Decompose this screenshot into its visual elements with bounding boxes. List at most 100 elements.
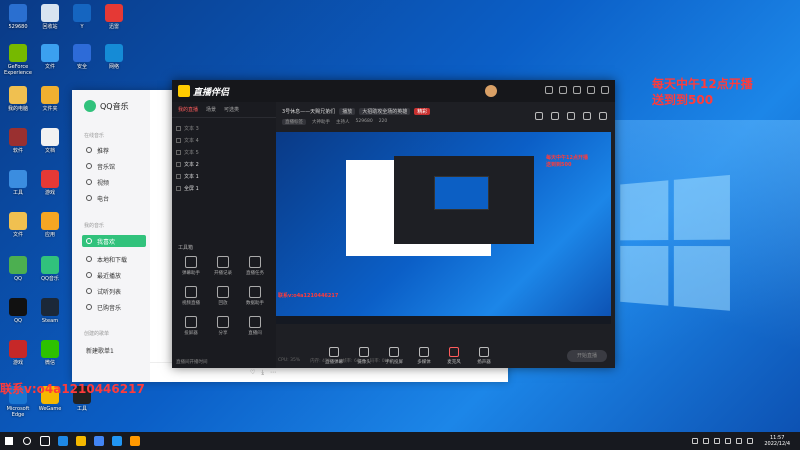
minimize-icon[interactable] [573,86,581,94]
browser-icon [94,436,104,446]
qq-item-radio[interactable]: 电台 [82,192,146,204]
tool-danmaku[interactable]: 弹幕助手 [176,256,206,276]
app-icon [73,44,91,62]
desktop-icon[interactable]: QQ音乐 [34,256,66,282]
tray-icon[interactable] [703,438,710,444]
start-button[interactable] [0,432,18,450]
scene-item[interactable]: 文本 4 [172,134,276,146]
volume-icon[interactable] [747,438,754,444]
tray-icon[interactable] [725,438,732,444]
tray-icon[interactable] [714,438,721,444]
desktop-icon-label: 软件 [12,148,23,154]
tab-optional[interactable]: 可选类 [224,106,239,113]
help-icon[interactable] [559,86,567,94]
desktop-icon[interactable]: 安全 [66,44,98,70]
taskbar-app-app[interactable] [108,432,126,450]
scene-item[interactable]: 文本 2 [172,158,276,170]
qq-item-local[interactable]: 本地和下载 [82,253,146,265]
section-mine: 我的音乐 [84,223,105,229]
desktop-icon[interactable]: 游戏 [34,170,66,196]
stream-title-row: 3号休息——天赐兄弟们 播放 大招助攻全场的英雄 精彩 [282,108,431,115]
desktop-icon[interactable]: 迅雷 [98,4,130,30]
desktop-icon-label: Microsoft Edge [6,406,30,418]
more-icon[interactable]: ⋯ [270,369,276,376]
tab-scenes[interactable]: 场景 [206,106,216,113]
desktop-icon[interactable]: 文档 [34,128,66,154]
network-icon[interactable] [736,438,743,444]
desktop-icon-label: 文件 [44,64,55,70]
desktop-icon[interactable]: 529680 [2,4,34,30]
desktop-icon[interactable]: QQ [2,298,34,324]
tab-my-live[interactable]: 我的直播 [178,106,198,113]
qq-item-recommend[interactable]: 推荐 [82,144,146,156]
heart-icon[interactable]: ♡ [250,369,255,376]
tool-video[interactable]: 视频直播 [176,286,206,306]
tool-record[interactable]: 开播记录 [208,256,238,276]
go-live-button[interactable]: 开始直播 [567,350,607,362]
desktop-icon[interactable]: 文件夹 [34,86,66,112]
qq-item-recent[interactable]: 最近播放 [82,269,146,281]
bell-icon[interactable] [583,112,591,120]
tool-data[interactable]: 数据助手 [240,286,270,306]
desktop-icon[interactable]: 我的电脑 [2,86,34,112]
desktop-icon[interactable]: Y [66,4,98,30]
tray-icon[interactable] [692,438,699,444]
desktop-icon[interactable]: 工具 [2,170,34,196]
qq-item-playlist[interactable]: 新建歌单1 [82,344,146,356]
stream-preview[interactable]: 每天中午12点开播 送到到500 联系v:o4a1210446217 [276,132,611,324]
share-icon[interactable] [599,112,607,120]
qq-item-video[interactable]: 视频 [82,176,146,188]
task-view-button[interactable] [36,432,54,450]
scene-item[interactable]: 文本 1 [172,170,276,182]
qq-item-purchased[interactable]: 已购音乐 [82,301,146,313]
app-icon [9,4,27,22]
app-icon [9,170,27,188]
desktop-icon[interactable]: 文件 [2,212,34,238]
gift-icon[interactable] [535,112,543,120]
qq-item-favorites[interactable]: 我喜欢 [82,235,146,247]
desktop-icon[interactable]: Steam [34,298,66,324]
desktop-icon-label: QQ音乐 [41,276,59,282]
desktop-icon-label: Steam [41,318,59,324]
tool-cast[interactable]: 投屏器 [176,316,206,336]
taskbar-app-browser[interactable] [90,432,108,450]
download-icon[interactable]: ⤓ [261,369,264,377]
app-icon [41,44,59,62]
ctrl-microphone[interactable]: 麦克风 [444,347,464,365]
qq-item-music-hall[interactable]: 音乐馆 [82,160,146,172]
clock[interactable]: 11:57 2022/12/4 [764,435,790,447]
desktop-icon[interactable]: GeForce Experience [2,44,34,76]
ctrl-speaker[interactable]: 扬声器 [474,347,494,365]
desktop-icon[interactable]: 应用 [34,212,66,238]
desktop-icon[interactable]: 文件 [34,44,66,70]
settings-icon[interactable] [545,86,553,94]
scene-item[interactable]: 全屏 1 [172,182,276,194]
ctrl-media[interactable]: 多媒体 [414,347,434,365]
desktop-icon[interactable]: 游戏 [2,340,34,366]
desktop-icon-label: WeGame [38,406,62,412]
tool-task[interactable]: 直播任务 [240,256,270,276]
desktop-icon[interactable]: 回收站 [34,4,66,30]
scene-item[interactable]: 文本 3 [172,122,276,134]
desktop-icon[interactable]: 微信 [34,340,66,366]
search-button[interactable] [18,432,36,450]
desktop-icon[interactable]: 网络 [98,44,130,70]
qq-item-trial[interactable]: 试听列表 [82,285,146,297]
tool-replay[interactable]: 回放 [208,286,238,306]
scene-item[interactable]: 文本 5 [172,146,276,158]
calendar-icon[interactable] [567,112,575,120]
shop-icon[interactable] [551,112,559,120]
tool-share[interactable]: 分享 [208,316,238,336]
stream-title[interactable]: 3号休息——天赐兄弟们 [282,108,335,115]
taskbar-app-edge[interactable] [54,432,72,450]
avatar[interactable] [485,85,497,97]
taskbar-app-file-explorer[interactable] [72,432,90,450]
taskbar-app-live[interactable] [126,432,144,450]
tool-room[interactable]: 直播间 [240,316,270,336]
preview-taskbar [276,316,611,324]
desktop-icon[interactable]: QQ [2,256,34,282]
desktop-icon[interactable]: 软件 [2,128,34,154]
stream-window[interactable]: 直播伴侣 我的直播 场景 可选类 文本 3 文本 4 文本 5 文本 2 文本 … [172,80,615,368]
maximize-icon[interactable] [587,86,595,94]
close-icon[interactable] [601,86,609,94]
